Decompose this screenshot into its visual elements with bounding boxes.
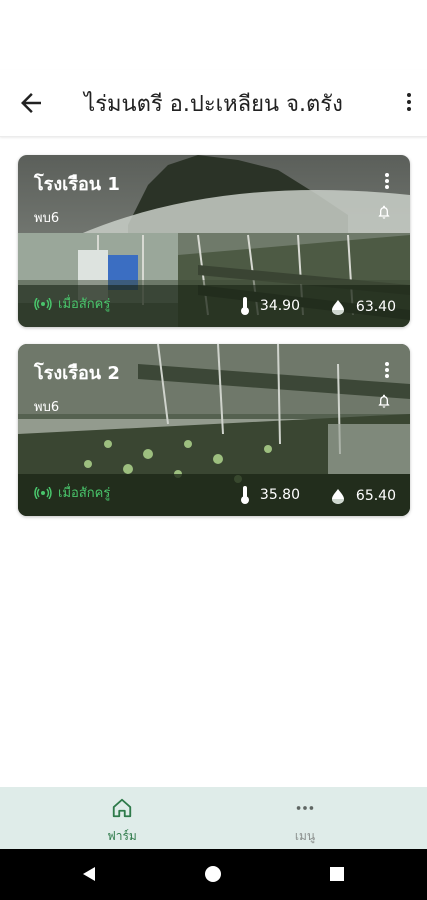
temperature-value: 35.80 — [259, 487, 300, 503]
humidity-reading: 65.40 — [330, 488, 396, 504]
thermometer-icon — [240, 486, 249, 504]
status-text: เมื่อสักครู่ — [58, 297, 111, 312]
nav-farm[interactable]: ฟาร์ม — [62, 797, 182, 846]
back-arrow-icon[interactable] — [16, 88, 46, 118]
greenhouse-name: โรงเรือน 2 — [34, 363, 120, 384]
bell-icon[interactable] — [376, 203, 392, 221]
greenhouse-name: โรงเรือน 1 — [34, 174, 120, 195]
temperature-reading: 35.80 — [240, 486, 300, 504]
more-options-icon[interactable] — [405, 90, 413, 116]
humidity-reading: 63.40 — [330, 299, 396, 315]
bell-icon[interactable] — [376, 392, 392, 410]
thermometer-icon — [240, 297, 249, 315]
system-back-icon[interactable] — [80, 865, 98, 883]
greenhouse-subtitle: พบ6 — [34, 400, 60, 415]
humidity-value: 65.40 — [355, 488, 396, 504]
signal-icon — [34, 486, 52, 499]
humidity-drop-icon — [331, 489, 344, 504]
humidity-value: 63.40 — [355, 299, 396, 315]
signal-icon — [34, 297, 52, 310]
system-navigation-bar — [0, 849, 427, 900]
temperature-reading: 34.90 — [240, 297, 300, 315]
system-home-icon[interactable] — [204, 865, 222, 883]
online-status: เมื่อสักครู่ — [34, 293, 110, 314]
home-icon — [112, 798, 132, 818]
system-recents-icon[interactable] — [328, 865, 346, 883]
page-title: ไร่มนตรี อ.ปะเหลียน จ.ตรัง — [84, 92, 343, 117]
nav-farm-label: ฟาร์ม — [107, 829, 137, 843]
status-text: เมื่อสักครู่ — [58, 486, 111, 501]
humidity-drop-icon — [331, 300, 344, 315]
temperature-value: 34.90 — [259, 298, 300, 314]
greenhouse-card-2[interactable]: โรงเรือน 2 พบ6 เมื่อสักครู่ 35.80 65.40 — [18, 344, 410, 516]
nav-menu-label: เมนู — [294, 829, 316, 843]
bottom-navigation: ฟาร์ม เมนู — [0, 787, 427, 849]
card-more-icon[interactable] — [384, 360, 390, 380]
more-horizontal-icon — [296, 806, 314, 810]
nav-menu[interactable]: เมนู — [245, 797, 365, 846]
card-more-icon[interactable] — [384, 171, 390, 191]
greenhouse-card-1[interactable]: โรงเรือน 1 พบ6 เมื่อสักครู่ 34.90 63.40 — [18, 155, 410, 327]
status-bar — [0, 0, 427, 70]
greenhouse-subtitle: พบ6 — [34, 211, 60, 226]
online-status: เมื่อสักครู่ — [34, 482, 110, 503]
app-bar: ไร่มนตรี อ.ปะเหลียน จ.ตรัง — [0, 70, 427, 137]
